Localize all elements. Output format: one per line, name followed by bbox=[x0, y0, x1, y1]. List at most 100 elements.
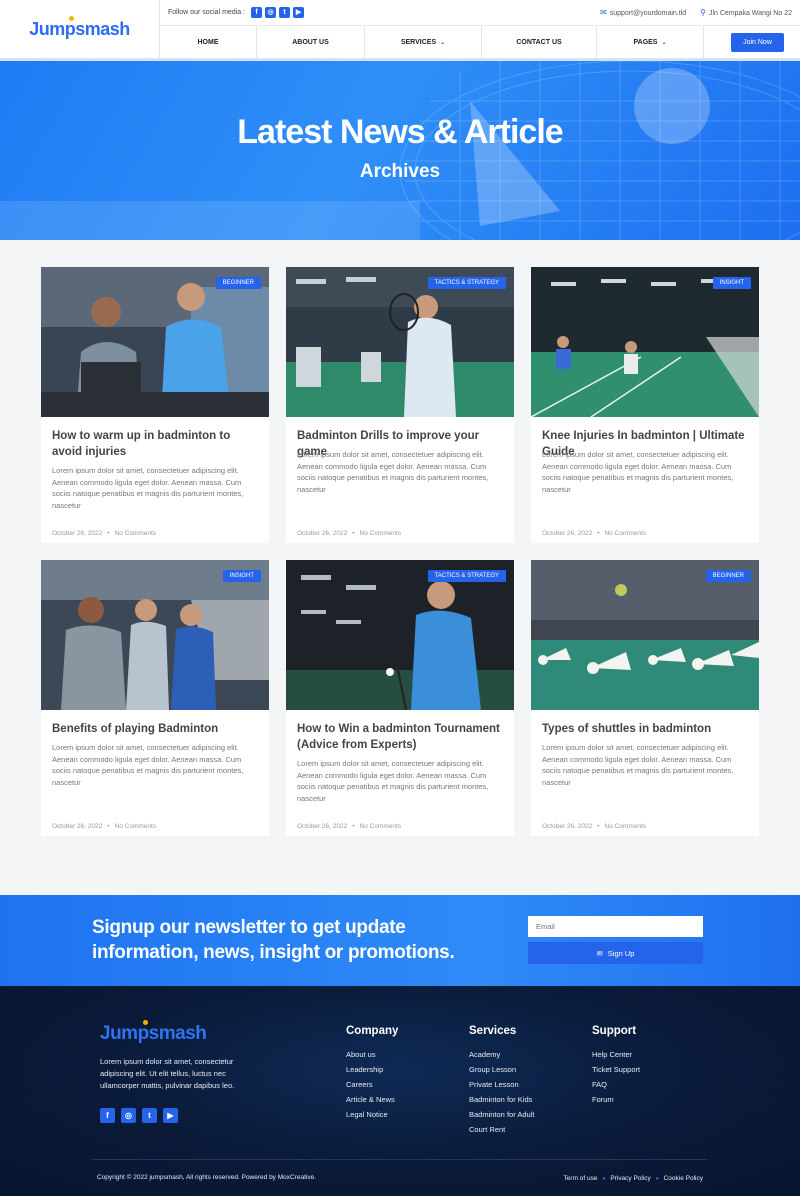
nav-contact[interactable]: CONTACT US bbox=[482, 26, 597, 58]
email-contact[interactable]: ✉ support@yourdomain.tld bbox=[600, 8, 686, 17]
nav-about[interactable]: ABOUT US bbox=[257, 26, 365, 58]
twitter-icon[interactable]: t bbox=[279, 7, 291, 18]
social-label: Follow our social media : bbox=[168, 9, 246, 16]
signup-button-label: Sign Up bbox=[607, 948, 635, 958]
mail-icon: ✉ bbox=[596, 948, 603, 958]
post-card[interactable]: TACTICS & STRATEGY Badminton Drills to i… bbox=[286, 267, 514, 543]
post-title[interactable]: Types of shuttles in badminton bbox=[542, 721, 750, 737]
post-card[interactable]: INSIGHT Benefits of playing Badminton Lo… bbox=[41, 560, 269, 836]
meta-separator: • bbox=[597, 823, 600, 830]
post-comments[interactable]: No Comments bbox=[605, 823, 647, 830]
category-badge[interactable]: INSIGHT bbox=[222, 570, 261, 582]
post-title[interactable]: Benefits of playing Badminton bbox=[52, 721, 260, 737]
post-thumbnail[interactable]: BEGINNER bbox=[41, 267, 269, 417]
post-thumbnail[interactable]: TACTICS & STRATEGY bbox=[286, 267, 514, 417]
meta-separator: • bbox=[597, 530, 600, 537]
footer-link[interactable]: Badminton for Adult bbox=[469, 1107, 534, 1122]
newsletter-title: Signup our newsletter to get update info… bbox=[92, 917, 455, 963]
post-image bbox=[286, 560, 514, 710]
post-thumbnail[interactable]: INSIGHT bbox=[41, 560, 269, 710]
post-date[interactable]: October 26, 2022 bbox=[297, 530, 347, 537]
instagram-icon[interactable]: ◎ bbox=[121, 1108, 136, 1123]
post-date[interactable]: October 26, 2022 bbox=[52, 823, 102, 830]
post-title[interactable]: How to Win a badminton Tournament (Advic… bbox=[297, 721, 505, 753]
logo-container[interactable]: Jumpsmash bbox=[0, 0, 160, 58]
footer-heading: Services bbox=[469, 1025, 517, 1037]
post-meta: October 26, 2022 • No Comments bbox=[297, 530, 401, 537]
nav-services[interactable]: SERVICES ⌄ bbox=[365, 26, 482, 58]
top-bar: Follow our social media : f ◎ t ▶ ✉ suppo… bbox=[160, 0, 800, 26]
facebook-icon[interactable]: f bbox=[100, 1108, 115, 1123]
footer-link[interactable]: Group Lesson bbox=[469, 1062, 534, 1077]
footer-link[interactable]: Forum bbox=[592, 1092, 640, 1107]
site-header: Jumpsmash Follow our social media : f ◎ … bbox=[0, 0, 800, 61]
post-excerpt: Lorem ipsum dolor sit amet, consectetuer… bbox=[542, 743, 734, 787]
youtube-icon[interactable]: ▶ bbox=[293, 7, 305, 18]
post-comments[interactable]: No Comments bbox=[115, 823, 157, 830]
term-of-use-link[interactable]: Term of use bbox=[564, 1175, 598, 1182]
privacy-policy-link[interactable]: Privacy Policy bbox=[610, 1175, 650, 1182]
post-card[interactable]: BEGINNER How to warm up in badminton to … bbox=[41, 267, 269, 543]
footer-link[interactable]: Ticket Support bbox=[592, 1062, 640, 1077]
post-card[interactable]: TACTICS & STRATEGY How to Win a badminto… bbox=[286, 560, 514, 836]
main-nav: HOME ABOUT US SERVICES ⌄ CONTACT US PAGES… bbox=[160, 26, 800, 58]
youtube-icon[interactable]: ▶ bbox=[163, 1108, 178, 1123]
post-comments[interactable]: No Comments bbox=[115, 530, 157, 537]
category-badge[interactable]: TACTICS & STRATEGY bbox=[427, 570, 506, 582]
post-date[interactable]: October 26, 2022 bbox=[542, 530, 592, 537]
footer-column-services: Services Academy Group Lesson Private Le… bbox=[469, 1025, 534, 1137]
facebook-icon[interactable]: f bbox=[251, 7, 263, 18]
footer-link[interactable]: Careers bbox=[346, 1077, 398, 1092]
footer-link[interactable]: Leadership bbox=[346, 1062, 398, 1077]
footer-column-support: Support Help Center Ticket Support FAQ F… bbox=[592, 1025, 640, 1107]
nav-pages[interactable]: PAGES ⌄ bbox=[597, 26, 704, 58]
email-text: support@yourdomain.tld bbox=[609, 10, 687, 17]
category-badge[interactable]: BEGINNER bbox=[215, 277, 261, 289]
footer-link[interactable]: Badminton for Kids bbox=[469, 1092, 534, 1107]
post-image bbox=[531, 560, 759, 710]
footer-link[interactable]: About us bbox=[346, 1047, 398, 1062]
footer-link[interactable]: Private Lesson bbox=[469, 1077, 534, 1092]
post-thumbnail[interactable]: INSIGHT bbox=[531, 267, 759, 417]
mail-icon: ✉ bbox=[600, 8, 607, 17]
post-date[interactable]: October 26, 2022 bbox=[52, 530, 102, 537]
site-logo[interactable]: Jumpsmash bbox=[29, 15, 130, 40]
post-card[interactable]: BEGINNER Types of shuttles in badminton … bbox=[531, 560, 759, 836]
footer-link[interactable]: Help Center bbox=[592, 1047, 640, 1062]
post-meta: October 26, 2022 • No Comments bbox=[297, 823, 401, 830]
cookie-policy-link[interactable]: Cookie Policy bbox=[664, 1175, 703, 1182]
category-badge[interactable]: TACTICS & STRATEGY bbox=[427, 277, 506, 289]
post-image bbox=[286, 267, 514, 417]
post-meta: October 26, 2022 • No Comments bbox=[52, 823, 156, 830]
nav-home[interactable]: HOME bbox=[160, 26, 257, 58]
post-title[interactable]: How to warm up in badminton to avoid inj… bbox=[52, 428, 260, 460]
footer-link[interactable]: Legal Notice bbox=[346, 1107, 398, 1122]
post-meta: October 26, 2022 • No Comments bbox=[52, 530, 156, 537]
post-date[interactable]: October 26, 2022 bbox=[297, 823, 347, 830]
post-comments[interactable]: No Comments bbox=[360, 530, 402, 537]
post-date[interactable]: October 26, 2022 bbox=[542, 823, 592, 830]
signup-button[interactable]: ✉ Sign Up bbox=[528, 942, 703, 964]
post-thumbnail[interactable]: BEGINNER bbox=[531, 560, 759, 710]
footer-link[interactable]: Article & News bbox=[346, 1092, 398, 1107]
post-excerpt: Lorem ipsum dolor sit amet, consectetuer… bbox=[542, 450, 734, 494]
hero-banner: Latest News & Article Archives bbox=[0, 61, 800, 240]
nav-home-label: HOME bbox=[197, 38, 219, 46]
footer-link[interactable]: FAQ bbox=[592, 1077, 640, 1092]
footer-link[interactable]: Academy bbox=[469, 1047, 534, 1062]
twitter-icon[interactable]: t bbox=[142, 1108, 157, 1123]
footer-column-company: Company About us Leadership Careers Arti… bbox=[346, 1025, 398, 1122]
newsletter-email-input[interactable] bbox=[528, 916, 703, 937]
post-comments[interactable]: No Comments bbox=[605, 530, 647, 537]
post-thumbnail[interactable]: TACTICS & STRATEGY bbox=[286, 560, 514, 710]
footer-link[interactable]: Court Rent bbox=[469, 1122, 534, 1137]
page-title: Latest News & Article bbox=[237, 113, 563, 151]
footer-logo[interactable]: Jumpsmash bbox=[100, 1020, 207, 1045]
join-now-button[interactable]: Join Now bbox=[731, 33, 784, 52]
post-card[interactable]: INSIGHT Knee Injuries In badminton | Ult… bbox=[531, 267, 759, 543]
category-badge[interactable]: INSIGHT bbox=[712, 277, 751, 289]
post-comments[interactable]: No Comments bbox=[360, 823, 402, 830]
instagram-icon[interactable]: ◎ bbox=[265, 7, 277, 18]
category-badge[interactable]: BEGINNER bbox=[705, 570, 751, 582]
nav-pages-label: PAGES bbox=[633, 38, 658, 46]
